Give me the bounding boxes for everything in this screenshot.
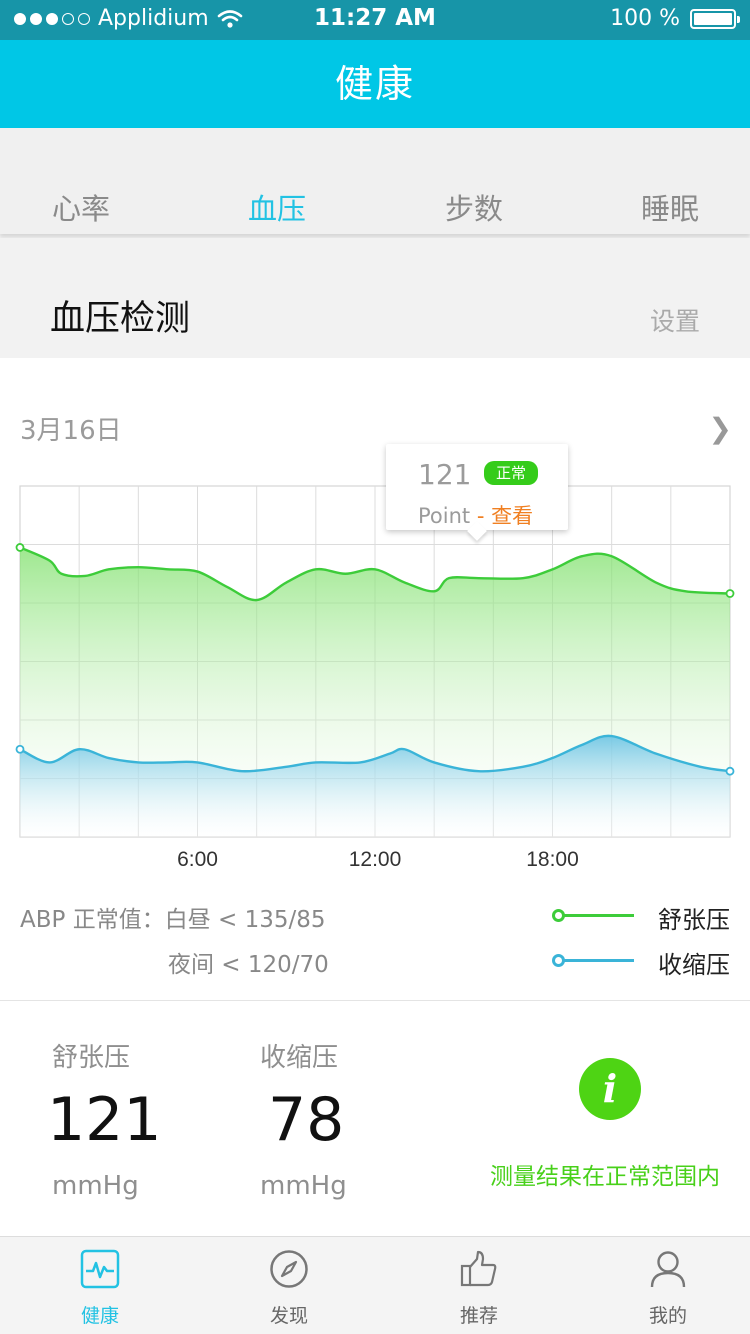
legend-diastolic-label: 舒张压: [658, 906, 730, 934]
info-icon[interactable]: i: [579, 1058, 641, 1120]
battery-info: 100 %: [610, 6, 740, 31]
chart-areas: [20, 547, 730, 837]
section-header: 血压检测 设置: [0, 238, 750, 358]
chart-card: 3月16日 ❯ 6:00 12:00 18:00 121 正常 Point - 查看…: [0, 358, 750, 1000]
battery-percent: 100 %: [610, 6, 680, 31]
diastolic-endpoint: [725, 589, 735, 598]
settings-button[interactable]: 设置: [650, 302, 700, 338]
diastolic-value: 121: [47, 1085, 162, 1155]
tooltip-row: Point - 查看: [418, 500, 533, 530]
diastolic-title: 舒张压: [52, 1043, 131, 1073]
tooltip-value: 121: [418, 458, 472, 491]
tabbar-label-discover: 发现: [269, 1305, 308, 1327]
bottom-tab-bar: 健康 发现 推荐 我的: [0, 1236, 750, 1334]
user-icon: [650, 1251, 686, 1288]
tabbar-item-me[interactable]: 我的: [574, 1237, 750, 1334]
tab-heart-rate[interactable]: 心率: [21, 186, 141, 228]
x-tick-label: 6:00: [177, 848, 218, 871]
compass-icon: [270, 1250, 308, 1288]
systolic-endpoint: [725, 766, 735, 776]
diastolic-unit: mmHg: [52, 1171, 139, 1201]
bp-stats: 舒张压 121 mmHg 收缩压 78 mmHg i 测量结果在正常范围内: [0, 1000, 750, 1236]
section-title: 血压检测: [50, 299, 191, 339]
chart-legend: ABP 正常值：白昼 < 135/85 夜间 < 120/70 舒张压 收缩压: [0, 888, 750, 998]
tabbar-item-recommend[interactable]: 推荐: [385, 1237, 573, 1334]
tab-blood-pressure[interactable]: 血压: [217, 186, 337, 228]
tabbar-label-me: 我的: [648, 1305, 687, 1327]
tabbar-label-recommend: 推荐: [459, 1305, 498, 1327]
nav-bar: 健康: [0, 40, 750, 128]
heartbeat-icon: [80, 1249, 120, 1289]
battery-icon: [690, 8, 740, 29]
tabbar-item-health[interactable]: 健康: [6, 1237, 194, 1334]
tab-sleep[interactable]: 睡眠: [610, 186, 730, 228]
page-title: 健康: [334, 62, 415, 106]
tooltip-label: Point: [418, 504, 471, 528]
systolic-unit: mmHg: [260, 1171, 347, 1201]
systolic-value: 78: [268, 1085, 345, 1155]
tabbar-label-health: 健康: [80, 1305, 119, 1327]
result-status-text: 测量结果在正常范围内: [490, 1164, 720, 1190]
legend-systolic-label: 收缩压: [658, 951, 730, 979]
thumbs-up-icon: [460, 1250, 497, 1287]
x-tick-label: 18:00: [526, 848, 579, 871]
x-axis-ticks: 6:00 12:00 18:00: [177, 848, 579, 871]
status-bar: Applidium 11:27 AM 100 %: [0, 0, 750, 40]
tab-steps[interactable]: 步数: [414, 186, 534, 228]
view-link[interactable]: 查看: [491, 504, 533, 528]
legend-diastolic-swatch: [552, 909, 634, 922]
metric-tabs: 心率 血压 步数 睡眠: [0, 128, 750, 234]
x-tick-label: 12:00: [349, 848, 402, 871]
systolic-title: 收缩压: [260, 1043, 339, 1073]
tooltip-separator: -: [476, 504, 485, 528]
systolic-endpoint: [15, 744, 25, 754]
abp-night-range: 夜间 < 120/70: [168, 952, 329, 978]
legend-systolic-swatch: [552, 954, 634, 967]
chart-tooltip[interactable]: 121 正常 Point - 查看: [386, 444, 568, 530]
diastolic-endpoint: [15, 543, 25, 552]
bp-chart: 6:00 12:00 18:00: [15, 485, 735, 871]
normal-badge: 正常: [484, 461, 539, 485]
abp-day-range: ABP 正常值：白昼 < 135/85: [20, 907, 326, 933]
tabbar-item-discover[interactable]: 发现: [195, 1237, 383, 1334]
